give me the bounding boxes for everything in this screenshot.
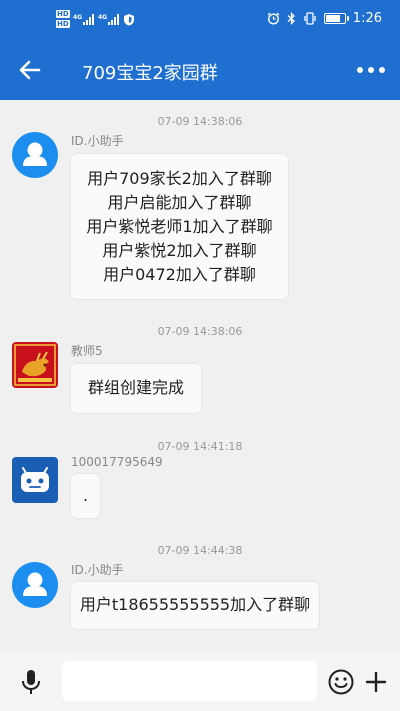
message-list[interactable]: 07-09 14:38:06 ID.小助手 用户709家长2加入了群聊 用户启能… [0, 100, 400, 651]
battery-icon [323, 13, 349, 24]
robot-icon [21, 467, 49, 492]
avatar-assistant[interactable] [12, 132, 58, 178]
message-bubble[interactable]: 用户t18655555555加入了群聊 [71, 582, 319, 629]
sender-name: 100017795649 [71, 455, 163, 469]
battery-level [325, 15, 340, 22]
svg-text:4G: 4G [98, 14, 107, 21]
app-header: HD HD 4G 4G 1:26 709宝宝2家园群 [0, 0, 400, 100]
clock: 1:26 [352, 11, 382, 26]
message-text: 用户启能加入了群聊 [107, 193, 252, 212]
user-silhouette-icon [23, 572, 47, 596]
message-timestamp: 07-09 14:41:18 [157, 440, 243, 453]
message-timestamp: 07-09 14:38:06 [157, 115, 243, 128]
user-silhouette-icon [23, 142, 47, 166]
emoji-button[interactable] [326, 667, 356, 697]
message-input[interactable] [62, 661, 317, 701]
message-bubble[interactable]: 群组创建完成 [71, 364, 201, 413]
more-dots-icon [368, 67, 374, 73]
message-timestamp: 07-09 14:44:38 [157, 544, 243, 557]
sim1-hd-badge: HD [56, 10, 70, 18]
avatar-assistant[interactable] [12, 562, 58, 608]
message-bubble[interactable]: . [71, 474, 100, 518]
sender-name: ID.小助手 [71, 134, 124, 148]
message-text: 用户709家长2加入了群聊 [87, 169, 272, 188]
message-timestamp: 07-09 14:38:06 [157, 325, 243, 338]
bluetooth-icon [287, 12, 295, 25]
alarm-icon [267, 12, 280, 25]
sender-name: ID.小助手 [71, 563, 124, 577]
message-text: 用户0472加入了群聊 [103, 265, 256, 284]
message-text: 用户紫悦2加入了群聊 [102, 241, 257, 260]
input-bar [0, 651, 400, 711]
message-bubble[interactable]: 用户709家长2加入了群聊 用户启能加入了群聊 用户紫悦老师1加入了群聊 用户紫… [71, 154, 288, 299]
add-button[interactable] [361, 667, 391, 697]
avatar-teacher[interactable] [12, 342, 58, 388]
back-button[interactable] [16, 56, 44, 84]
signal-2-icon: 4G [98, 14, 119, 25]
message-text: . [82, 486, 89, 505]
avatar-image-icon [12, 342, 58, 388]
smiley-icon [328, 669, 354, 695]
signal-icon: 4G [73, 14, 94, 25]
shield-icon [123, 13, 134, 25]
toolbar: 709宝宝2家园群 [0, 40, 400, 100]
more-dots-icon [357, 67, 363, 73]
microphone-icon [22, 670, 40, 694]
status-bar-left: HD HD 4G 4G [56, 10, 135, 28]
sender-name: 教师5 [71, 344, 103, 358]
sim-indicators: HD HD [56, 10, 70, 28]
avatar-member[interactable] [12, 457, 58, 503]
more-dots-icon [379, 67, 385, 73]
more-button[interactable] [354, 58, 388, 82]
arrow-left-icon [19, 60, 41, 80]
status-bar-right: 1:26 [267, 11, 382, 26]
message-text: 用户t18655555555加入了群聊 [79, 595, 311, 614]
status-bar: HD HD 4G 4G 1:26 [0, 0, 400, 40]
sim2-hd-badge: HD [56, 20, 70, 28]
vibrate-icon [304, 12, 316, 25]
message-text: 群组创建完成 [87, 378, 184, 397]
voice-button[interactable] [16, 667, 46, 697]
svg-text:4G: 4G [73, 14, 82, 21]
plus-icon [365, 671, 387, 693]
message-text: 用户紫悦老师1加入了群聊 [86, 217, 273, 236]
chat-title: 709宝宝2家园群 [82, 63, 218, 84]
